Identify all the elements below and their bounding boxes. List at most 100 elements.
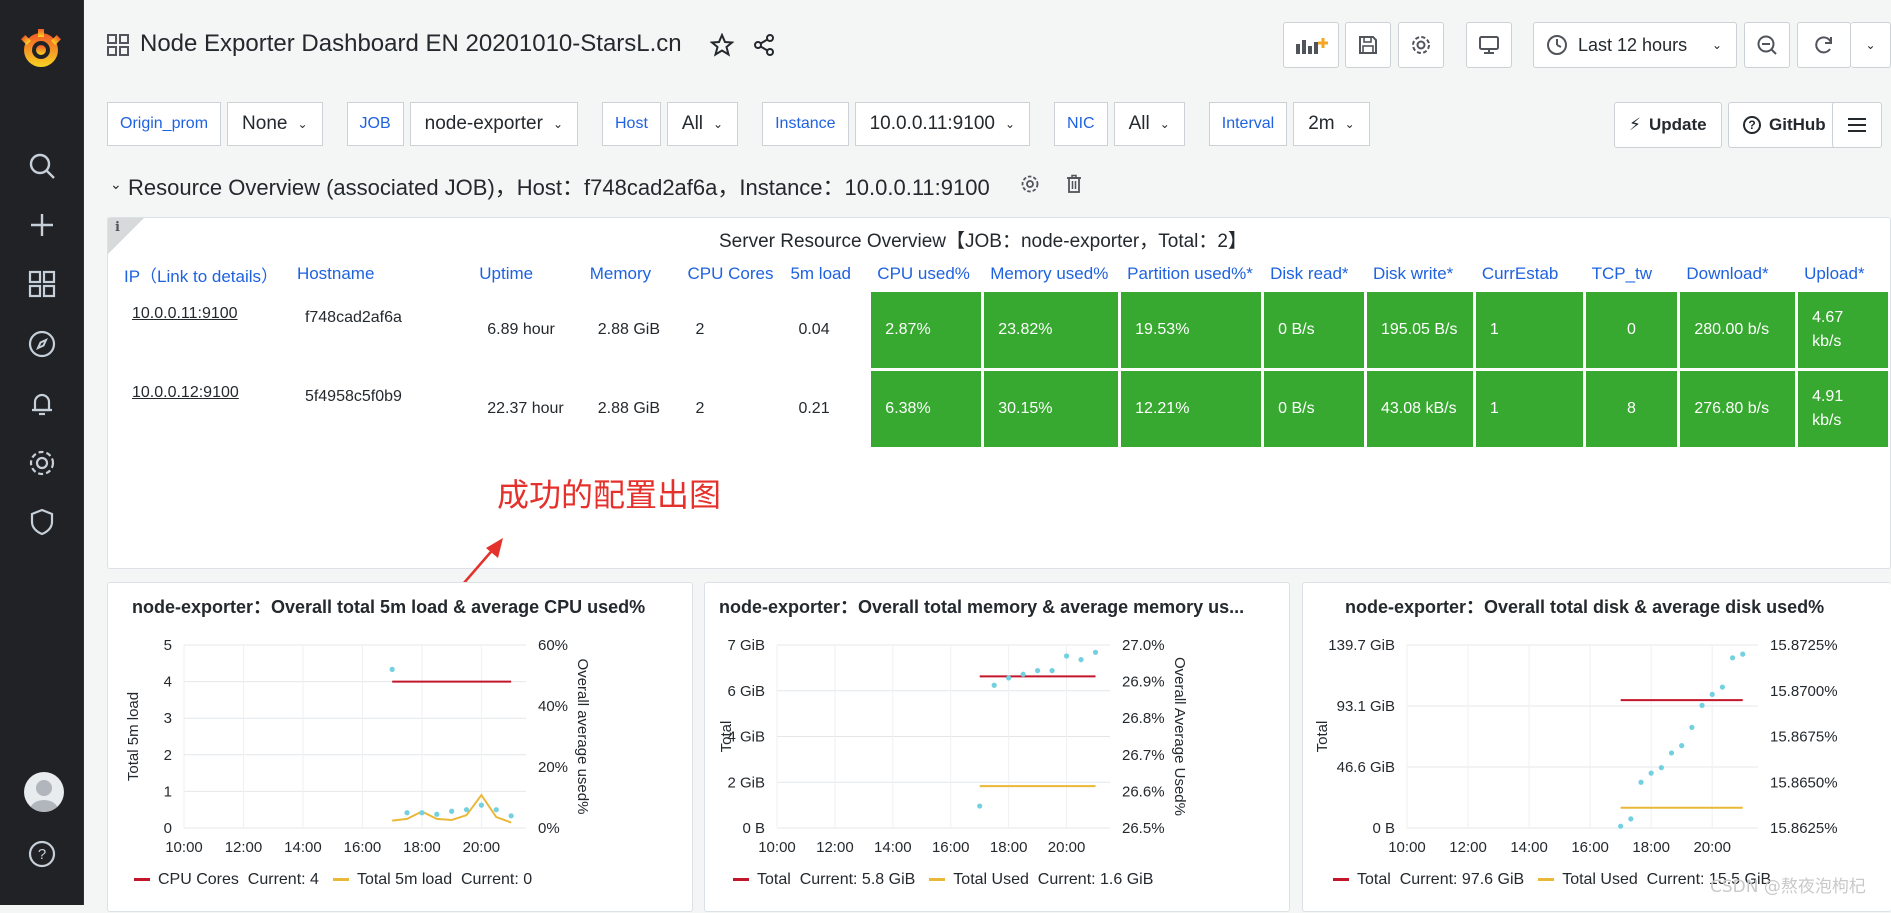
y-right-tick-label: 60% (538, 637, 568, 654)
alerting-icon[interactable] (22, 383, 62, 423)
grafana-logo-icon[interactable] (18, 26, 64, 72)
memory-chart[interactable]: 0 B2 GiB4 GiB6 GiB7 GiB26.5%26.6%26.7%26… (705, 583, 1291, 913)
table-header[interactable]: Memory used% (984, 259, 1118, 289)
data-point (1063, 653, 1070, 659)
refresh-interval-chevron-icon[interactable]: ⌄ (1851, 22, 1891, 68)
row-delete-trash-icon[interactable] (1064, 174, 1084, 199)
row-settings-icon[interactable] (1020, 174, 1040, 199)
ip-link[interactable]: 10.0.0.11:9100 (118, 292, 288, 368)
hostname-cell: f748cad2af6a (304, 309, 402, 326)
refresh-icon[interactable] (1797, 22, 1851, 68)
data-point (1689, 724, 1695, 730)
page-title[interactable]: Node Exporter Dashboard EN 20201010-Star… (140, 30, 682, 58)
explore-icon[interactable] (22, 324, 62, 364)
table-header[interactable]: Memory (584, 259, 679, 289)
tcp-tw-cell: 0 (1585, 292, 1678, 368)
table-row: 10.0.0.11:9100 f748cad2af6a 6.89 hour 2.… (118, 292, 1888, 368)
avatar[interactable] (24, 772, 64, 812)
x-tick-label: 14:00 (874, 839, 912, 856)
github-link-button[interactable]: ? GitHub (1728, 102, 1841, 148)
table-header[interactable]: CPU used% (871, 259, 981, 289)
plus-icon[interactable] (22, 205, 62, 245)
table-header[interactable]: IP（Link to details） (118, 259, 288, 289)
data-point (1648, 770, 1654, 776)
menu-icon[interactable] (1832, 102, 1882, 148)
legend-swatch (1538, 878, 1555, 882)
mem-used-cell: 30.15% (984, 371, 1119, 447)
y-tick-label: 7 GiB (727, 637, 765, 654)
var-select-host[interactable]: All ⌄ (666, 102, 739, 146)
data-point (1740, 651, 1746, 657)
hostname-cell: 5f4958c5f0b9 (304, 388, 402, 405)
var-select-nic[interactable]: All ⌄ (1113, 102, 1185, 146)
load-cpu-chart[interactable]: 0 1 2 3 4 5 0% 20% 40% 60% 10:00 12:00 14:00 16:00 18:… (108, 583, 694, 913)
tv-mode-icon[interactable] (1466, 22, 1512, 68)
dashboards-icon[interactable] (22, 264, 62, 304)
x-tick-label: 12:00 (1449, 839, 1487, 856)
settings-icon[interactable] (1398, 22, 1444, 68)
share-icon[interactable] (752, 33, 776, 62)
var-select-job[interactable]: node-exporter ⌄ (409, 102, 578, 146)
server-admin-icon[interactable] (22, 502, 62, 542)
table-header[interactable]: CPU Cores (681, 259, 781, 289)
update-link-button[interactable]: ⚡ Update (1614, 102, 1722, 148)
row-title[interactable]: Resource Overview (associated JOB)，Host：… (128, 170, 990, 202)
legend-swatch (733, 878, 749, 882)
table-header[interactable]: Uptime (473, 259, 581, 289)
zoom-out-icon[interactable] (1744, 22, 1790, 68)
disk-read-cell: 0 B/s (1264, 292, 1364, 368)
star-icon[interactable] (709, 32, 735, 62)
save-icon[interactable] (1345, 22, 1391, 68)
y-tick-label: 1 (164, 783, 172, 800)
table-header[interactable]: Disk write* (1367, 259, 1473, 289)
panel-info-corner-icon[interactable] (108, 218, 144, 254)
x-tick-label: 12:00 (225, 839, 263, 856)
y-right-tick-label: 26.6% (1122, 783, 1165, 800)
y-tick-label: 0 B (1372, 820, 1395, 837)
info-icon: i (115, 220, 120, 235)
add-panel-button[interactable] (1283, 22, 1339, 68)
y-tick-label: 0 (164, 820, 172, 837)
var-select-instance[interactable]: 10.0.0.11:9100 ⌄ (854, 102, 1031, 146)
search-icon[interactable] (22, 146, 62, 186)
data-point (419, 810, 425, 816)
load5-cell: 0.04 (798, 321, 830, 338)
table-header[interactable]: Download* (1680, 259, 1795, 289)
chart-legend: Total Current: 97.6 GiB Total Used Curre… (1333, 871, 1771, 889)
time-picker-button[interactable]: Last 12 hours ⌄ (1533, 22, 1737, 68)
chevron-down-icon: ⌄ (297, 117, 308, 131)
y-tick-label: 3 (164, 710, 172, 727)
data-point (1658, 765, 1664, 771)
table-header[interactable]: Hostname (291, 259, 470, 289)
legend-item[interactable]: Total Current: 97.6 GiB (1333, 871, 1524, 889)
table-header[interactable]: Partition used%* (1121, 259, 1261, 289)
y-tick-label: 6 GiB (727, 683, 765, 700)
table-header[interactable]: Disk read* (1264, 259, 1364, 289)
var-label-job: JOB (346, 102, 404, 146)
server-table-title: Server Resource Overview【JOB：node-export… (719, 231, 1247, 252)
legend-item[interactable]: Total Current: 5.8 GiB (733, 871, 915, 889)
legend-item[interactable]: Total Used Current: 1.6 GiB (929, 871, 1153, 889)
legend-item[interactable]: Total 5m load Current: 0 (332, 871, 532, 889)
configuration-icon[interactable] (22, 443, 62, 483)
help-icon[interactable]: ? (22, 834, 62, 874)
x-tick-label: 20:00 (1048, 839, 1086, 856)
memory-cell: 2.88 GiB (597, 400, 661, 417)
data-point (1719, 684, 1725, 690)
row-collapse-chevron-icon[interactable]: ⌄ (110, 176, 122, 193)
data-point (1668, 750, 1675, 756)
disk-chart[interactable]: 0 B 46.6 GiB 93.1 GiB 139.7 GiB 15.8625% 15.8… (1303, 583, 1891, 913)
table-header[interactable]: Upload* (1798, 259, 1888, 289)
legend-item[interactable]: CPU Cores Current: 4 (134, 871, 319, 889)
var-select-interval[interactable]: 2m ⌄ (1293, 102, 1370, 146)
y-right-tick-label: 15.8725% (1770, 637, 1838, 654)
var-select-origin-prom[interactable]: None ⌄ (227, 102, 323, 146)
table-header[interactable]: 5m load (784, 259, 868, 289)
x-tick-label: 20:00 (463, 839, 501, 856)
table-header[interactable]: TCP_tw (1586, 259, 1678, 289)
data-point (1078, 657, 1084, 663)
data-point (478, 802, 484, 808)
uptime-cell: 6.89 hour (487, 321, 555, 338)
table-header[interactable]: CurrEstab (1476, 259, 1583, 289)
ip-link[interactable]: 10.0.0.12:9100 (118, 371, 288, 447)
